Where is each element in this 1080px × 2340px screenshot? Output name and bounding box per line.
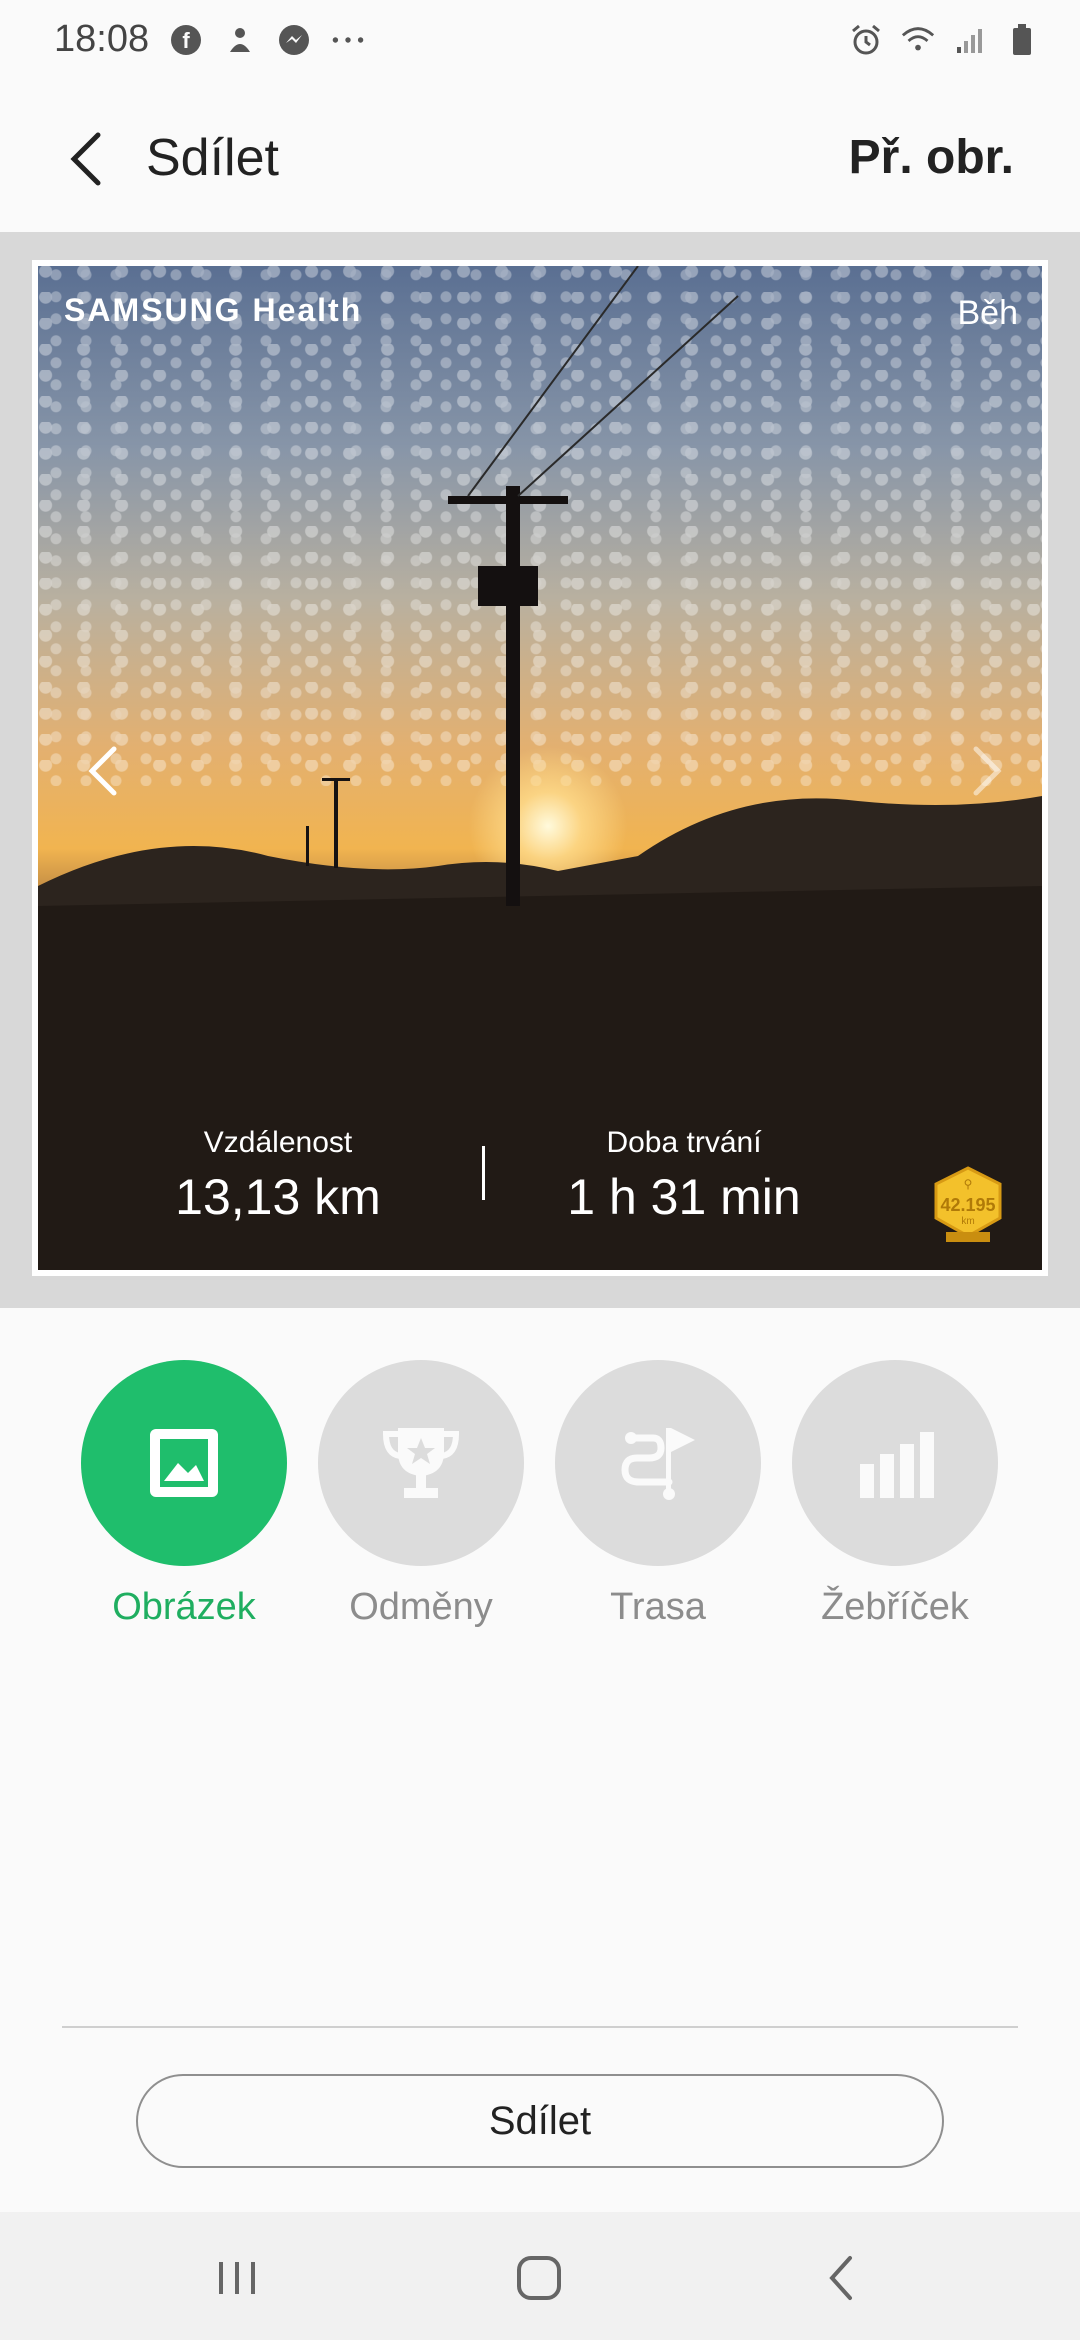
bottom-divider	[62, 2026, 1018, 2028]
home-icon	[517, 2256, 561, 2300]
messenger-icon	[276, 22, 312, 58]
home-button[interactable]	[504, 2248, 574, 2308]
distance-value: 13,13 km	[175, 1169, 381, 1225]
app-header: Sdílet Př. obr.	[0, 84, 1080, 232]
system-back-button[interactable]	[806, 2248, 876, 2308]
preview-image[interactable]: SAMSUNG Health Běh Vzdálenost 13,13 km D…	[38, 266, 1042, 1270]
duration-stat: Doba trvání 1 h 31 min	[534, 1126, 834, 1226]
status-time: 18:08	[54, 18, 150, 60]
stats-row: Vzdálenost 13,13 km Doba trvání 1 h 31 m…	[38, 1126, 1042, 1256]
status-right-icons	[848, 22, 1040, 58]
share-button[interactable]: Sdílet	[136, 2074, 944, 2168]
system-navigation-bar	[0, 2212, 1080, 2340]
marathon-medal-icon: ⚲ 42.195 km	[928, 1166, 1008, 1246]
option-image-circle[interactable]	[81, 1360, 287, 1566]
share-options: Obrázek Odměny Trasa Žebříček	[0, 1360, 1080, 1660]
option-rewards-label: Odměny	[349, 1586, 493, 1628]
duration-label: Doba trvání	[606, 1126, 762, 1159]
option-route-circle[interactable]	[555, 1360, 761, 1566]
route-icon	[621, 1428, 695, 1500]
app-icon	[222, 22, 258, 58]
landscape-silhouette	[38, 266, 1042, 1270]
option-image[interactable]: Obrázek	[66, 1360, 302, 1629]
status-bar: 18:08 f	[0, 0, 1080, 84]
next-image-button[interactable]	[952, 726, 1022, 816]
option-leaderboard[interactable]: Žebříček	[777, 1360, 1013, 1629]
back-arrow-icon	[70, 132, 101, 186]
previous-image-button[interactable]	[68, 726, 138, 816]
option-route-label: Trasa	[610, 1586, 706, 1628]
back-icon	[829, 2256, 852, 2300]
preview-card: SAMSUNG Health Běh Vzdálenost 13,13 km D…	[32, 260, 1048, 1276]
preview-area: SAMSUNG Health Běh Vzdálenost 13,13 km D…	[0, 232, 1080, 1308]
wifi-icon	[900, 22, 936, 58]
option-leaderboard-label: Žebříček	[821, 1586, 969, 1628]
option-leaderboard-circle[interactable]	[792, 1360, 998, 1566]
trophy-icon	[382, 1428, 460, 1498]
page-title: Sdílet	[146, 129, 279, 187]
back-button[interactable]	[56, 124, 116, 194]
recent-apps-button[interactable]	[202, 2248, 272, 2308]
preview-image-button[interactable]: Př. obr.	[849, 130, 1014, 185]
status-left-icons: f	[168, 22, 366, 58]
duration-value: 1 h 31 min	[567, 1169, 801, 1225]
chevron-left-icon	[88, 746, 117, 796]
recent-apps-icon	[219, 2262, 255, 2294]
leaderboard-icon	[860, 1432, 934, 1498]
activity-type: Běh	[957, 294, 1019, 332]
option-rewards[interactable]: Odměny	[303, 1360, 539, 1629]
svg-text:⚲: ⚲	[964, 1177, 973, 1191]
stats-divider	[482, 1146, 485, 1200]
distance-label: Vzdálenost	[203, 1126, 353, 1159]
facebook-icon: f	[168, 22, 204, 58]
svg-text:f: f	[182, 28, 190, 53]
option-image-label: Obrázek	[112, 1586, 256, 1628]
more-dots-icon	[330, 22, 366, 58]
option-route[interactable]: Trasa	[540, 1360, 776, 1629]
battery-icon	[1004, 22, 1040, 58]
brand-logo: SAMSUNG Health	[64, 292, 363, 328]
signal-icon	[952, 22, 988, 58]
medal-value: 42.195	[940, 1195, 995, 1215]
option-rewards-circle[interactable]	[318, 1360, 524, 1566]
alarm-icon	[848, 22, 884, 58]
distance-stat: Vzdálenost 13,13 km	[128, 1126, 428, 1226]
medal-unit: km	[961, 1216, 974, 1227]
chevron-right-icon	[973, 746, 1002, 796]
image-icon	[150, 1429, 218, 1497]
